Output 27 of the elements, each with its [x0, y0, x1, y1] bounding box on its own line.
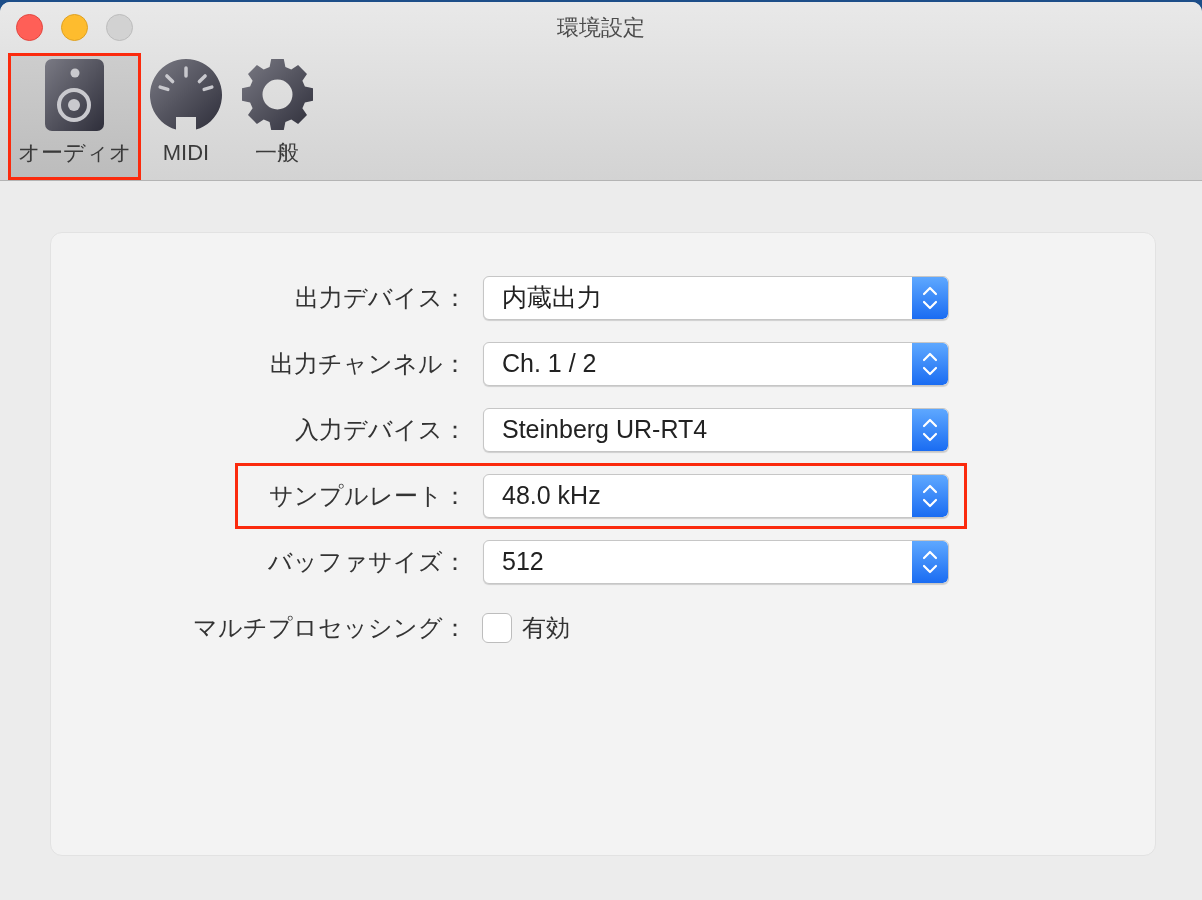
setting-label: サンプルレート： [269, 481, 467, 511]
setting-label: 入力デバイス： [295, 415, 467, 445]
minimize-button[interactable] [61, 14, 88, 41]
setting-label: 出力チャンネル： [270, 349, 467, 379]
connector-icon [150, 58, 222, 131]
checkbox[interactable] [482, 613, 512, 643]
window-title: 環境設定 [557, 13, 645, 42]
setting-label: バッファサイズ： [268, 547, 467, 577]
popup-button[interactable]: 512 [483, 540, 949, 584]
up-down-chevron-icon [912, 409, 948, 451]
popup-button[interactable]: Steinberg UR-RT4 [483, 408, 949, 452]
popup-button[interactable]: 48.0 kHz [483, 474, 949, 518]
up-down-chevron-icon [912, 541, 948, 583]
checkbox-label: 有効 [522, 613, 570, 643]
close-button[interactable] [16, 14, 43, 41]
up-down-chevron-icon [912, 277, 948, 319]
up-down-chevron-icon [912, 343, 948, 385]
speaker-icon [45, 58, 104, 131]
gear-icon [240, 58, 314, 131]
toolbar-tab[interactable]: MIDI [144, 56, 228, 177]
setting-label: 出力デバイス： [295, 283, 467, 313]
popup-button[interactable]: Ch. 1 / 2 [483, 342, 949, 386]
up-down-chevron-icon [912, 475, 948, 517]
popup-button[interactable]: 内蔵出力 [483, 276, 949, 320]
setting-label: マルチプロセッシング： [193, 613, 467, 643]
toolbar-tab[interactable]: オーディオ [11, 56, 138, 177]
toolbar-tab[interactable]: 一般 [234, 56, 320, 177]
